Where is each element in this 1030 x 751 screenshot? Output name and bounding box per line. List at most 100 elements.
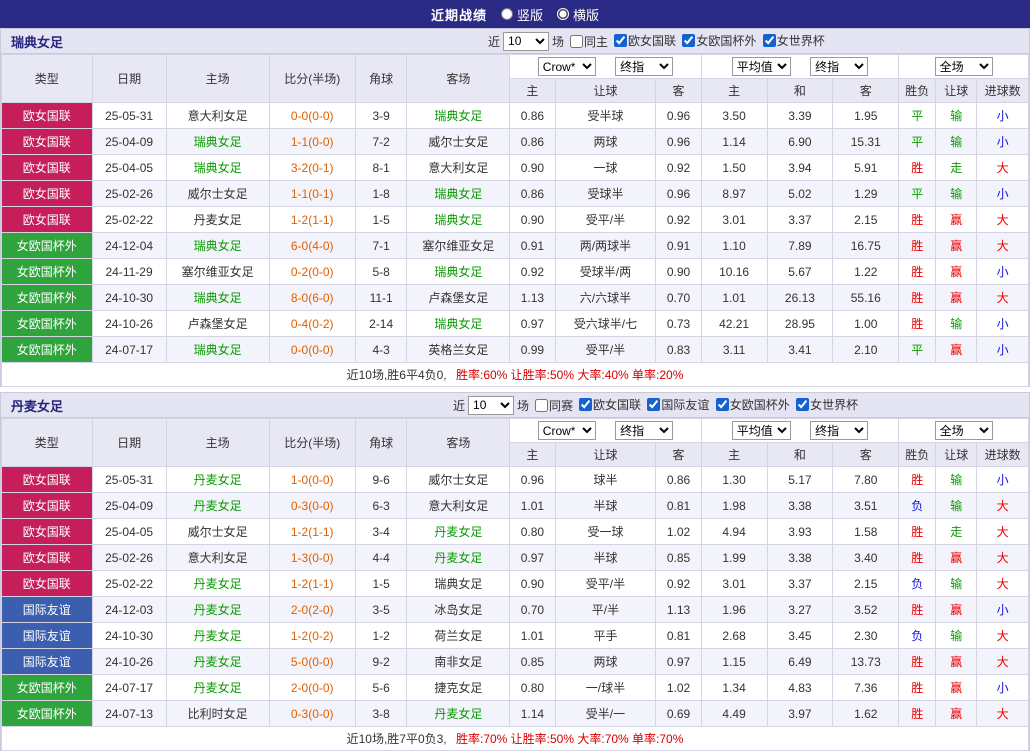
- col-header-date: 日期: [92, 419, 166, 467]
- league-checkbox[interactable]: [796, 398, 809, 411]
- result-goals: 大: [977, 207, 1029, 233]
- league-filter[interactable]: 女欧国杯外: [682, 32, 756, 49]
- league-badge: 欧女国联: [2, 519, 93, 545]
- asian-handicap-line: 一球: [555, 155, 656, 181]
- league-checkbox[interactable]: [614, 34, 627, 47]
- match-date: 25-04-09: [92, 129, 166, 155]
- euro-stage-select[interactable]: 终指: [810, 57, 868, 76]
- euro-average-select[interactable]: 平均值: [732, 421, 791, 440]
- corner-score: 11-1: [355, 285, 406, 311]
- league-checkbox[interactable]: [763, 34, 776, 47]
- horizontal-layout-label: 横版: [573, 5, 599, 24]
- asian-handicap-line: 两球: [555, 129, 656, 155]
- match-row: 国际友谊 24-10-30 丹麦女足 1-2(0-2) 1-2 荷兰女足 1.0…: [2, 623, 1029, 649]
- euro-away-odds: 1.95: [833, 103, 899, 129]
- asian-home-odds: 0.90: [510, 155, 555, 181]
- league-filter[interactable]: 女欧国杯外: [716, 396, 790, 413]
- match-date: 24-07-13: [92, 701, 166, 727]
- match-row: 国际友谊 24-10-26 丹麦女足 5-0(0-0) 9-2 南非女足 0.8…: [2, 649, 1029, 675]
- bookmaker-select[interactable]: Crow*: [538, 421, 596, 440]
- away-team: 瑞典女足: [407, 311, 510, 337]
- corner-score: 6-3: [355, 493, 406, 519]
- asian-away-odds: 0.92: [656, 571, 701, 597]
- euro-home-odds: 1.96: [701, 597, 767, 623]
- result-handicap: 输: [936, 571, 977, 597]
- home-team: 塞尔维亚女足: [166, 259, 269, 285]
- euro-average-select[interactable]: 平均值: [732, 57, 791, 76]
- league-filter[interactable]: 女世界杯: [796, 396, 858, 413]
- match-score: 1-3(0-0): [269, 545, 355, 571]
- home-team: 丹麦女足: [166, 675, 269, 701]
- col-header-asian-away: 客: [656, 79, 701, 103]
- match-score: 1-2(1-1): [269, 571, 355, 597]
- same-home-label: 同主: [584, 33, 608, 50]
- asian-handicap-line: 两球: [555, 649, 656, 675]
- asian-away-odds: 1.13: [656, 597, 701, 623]
- league-filter[interactable]: 欧女国联: [614, 32, 676, 49]
- sweden-team-title: 瑞典女足: [1, 32, 73, 51]
- league-filter[interactable]: 欧女国联: [579, 396, 641, 413]
- same-home-checkbox[interactable]: [570, 35, 583, 48]
- same-home-filter[interactable]: 同主: [570, 33, 608, 50]
- match-count-select[interactable]: 10: [503, 32, 549, 51]
- league-badge: 欧女国联: [2, 545, 93, 571]
- league-checkbox[interactable]: [716, 398, 729, 411]
- page-title: 近期战绩: [431, 5, 487, 24]
- match-row: 欧女国联 25-05-31 意大利女足 0-0(0-0) 3-9 瑞典女足 0.…: [2, 103, 1029, 129]
- match-count-select[interactable]: 10: [468, 396, 514, 415]
- denmark-section-header: 丹麦女足 近 10 场 同赛 欧女国联 国际友谊: [1, 392, 1029, 418]
- layout-option-horizontal[interactable]: 横版: [557, 5, 599, 24]
- asian-handicap-line: 一/球半: [555, 675, 656, 701]
- bookmaker-select[interactable]: Crow*: [538, 57, 596, 76]
- result-handicap: 赢: [936, 545, 977, 571]
- summary-record: 近10场,胜7平0负3,: [347, 732, 447, 746]
- euro-draw-odds: 28.95: [767, 311, 833, 337]
- match-score: 1-2(1-1): [269, 519, 355, 545]
- league-filter[interactable]: 国际友谊: [647, 396, 709, 413]
- top-header-bar: 近期战绩 竖版 横版: [0, 0, 1030, 28]
- away-team: 瑞典女足: [407, 103, 510, 129]
- result-goals: 大: [977, 493, 1029, 519]
- league-checkbox[interactable]: [647, 398, 660, 411]
- match-date: 25-02-26: [92, 181, 166, 207]
- match-score: 3-2(0-1): [269, 155, 355, 181]
- euro-home-odds: 3.01: [701, 571, 767, 597]
- euro-draw-odds: 3.27: [767, 597, 833, 623]
- league-label: 女世界杯: [777, 32, 825, 49]
- col-header-type: 类型: [2, 419, 93, 467]
- scope-select[interactable]: 全场: [935, 421, 993, 440]
- league-badge: 欧女国联: [2, 571, 93, 597]
- same-comp-checkbox[interactable]: [535, 399, 548, 412]
- match-score: 1-0(0-0): [269, 467, 355, 493]
- scope-select[interactable]: 全场: [935, 57, 993, 76]
- asian-stage-select[interactable]: 终指: [615, 57, 673, 76]
- match-score: 1-1(0-0): [269, 129, 355, 155]
- result-goals: 小: [977, 311, 1029, 337]
- away-team: 丹麦女足: [407, 545, 510, 571]
- same-comp-filter[interactable]: 同赛: [535, 397, 573, 414]
- match-score: 0-4(0-2): [269, 311, 355, 337]
- layout-option-vertical[interactable]: 竖版: [501, 5, 543, 24]
- horizontal-layout-radio[interactable]: [557, 8, 569, 20]
- euro-home-odds: 42.21: [701, 311, 767, 337]
- league-filter[interactable]: 女世界杯: [763, 32, 825, 49]
- result-goals: 小: [977, 181, 1029, 207]
- asian-home-odds: 0.97: [510, 545, 555, 571]
- denmark-summary-row: 近10场,胜7平0负3, 胜率:70% 让胜率:50% 大率:70% 单率:70…: [2, 727, 1029, 751]
- euro-draw-odds: 3.45: [767, 623, 833, 649]
- euro-stage-select[interactable]: 终指: [810, 421, 868, 440]
- vertical-layout-radio[interactable]: [501, 8, 513, 20]
- match-date: 24-10-30: [92, 285, 166, 311]
- asian-stage-select[interactable]: 终指: [615, 421, 673, 440]
- asian-away-odds: 0.73: [656, 311, 701, 337]
- asian-handicap-line: 平手: [555, 623, 656, 649]
- league-checkbox[interactable]: [579, 398, 592, 411]
- scope-controls: 全场: [899, 55, 1029, 79]
- col-header-corner: 角球: [355, 419, 406, 467]
- match-row: 欧女国联 25-04-05 威尔士女足 1-2(1-1) 3-4 丹麦女足 0.…: [2, 519, 1029, 545]
- league-badge: 女欧国杯外: [2, 311, 93, 337]
- league-checkbox[interactable]: [682, 34, 695, 47]
- euro-home-odds: 10.16: [701, 259, 767, 285]
- result-wdl: 胜: [899, 597, 936, 623]
- euro-away-odds: 15.31: [833, 129, 899, 155]
